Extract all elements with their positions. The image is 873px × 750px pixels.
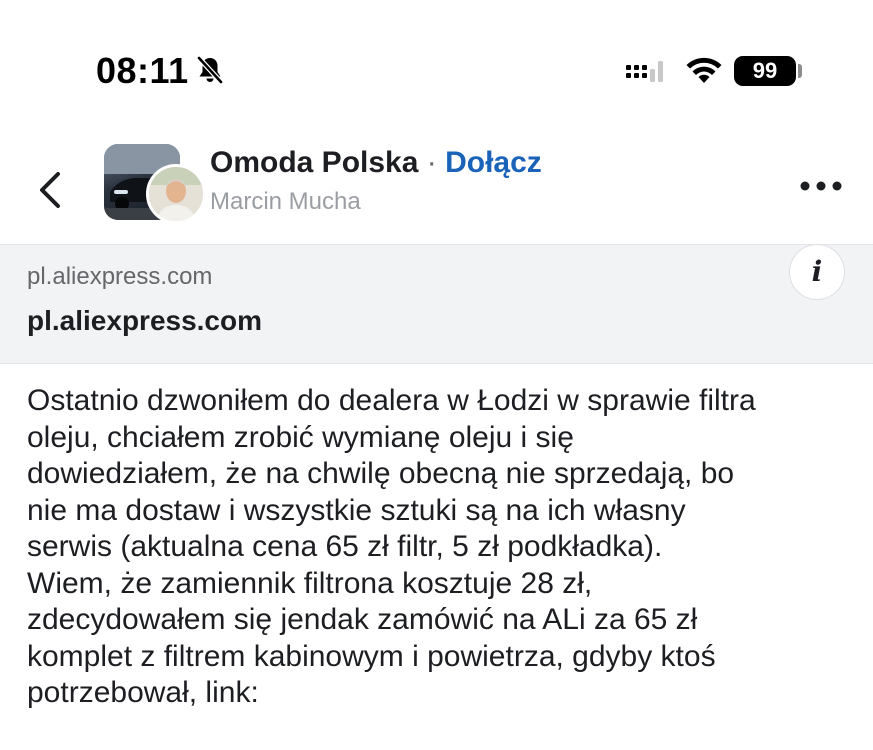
group-title: Omoda Polska · Dołącz [210,146,542,180]
person-image [149,167,203,221]
back-button[interactable] [30,166,70,214]
wifi-icon [686,57,722,83]
link-title[interactable]: pl.aliexpress.com [27,305,262,337]
post-line: serwis (aktualna cena 65 zł filtr, 5 zł … [27,530,663,563]
battery-cap [798,64,802,78]
info-icon[interactable]: i [790,245,844,299]
post-line: dowiedziałem, że na chwilę obecną nie sp… [27,457,735,490]
post-line: potrzebował, link: [27,676,259,709]
bell-slash-icon [197,56,223,84]
more-options-button[interactable] [798,172,844,200]
post-header: Omoda Polska · Dołącz Marcin Mucha [0,138,873,242]
post-line: Ostatnio dzwoniłem do dealera w Łodzi w … [27,384,756,417]
cellular-signal-icon [626,61,663,82]
author-name[interactable]: Marcin Mucha [210,188,361,216]
group-avatar[interactable] [104,144,206,224]
post-line: Wiem, że zamiennik filtrona kosztuje 28 … [27,566,593,600]
link-domain: pl.aliexpress.com [27,263,213,290]
status-time: 08:11 [96,50,189,91]
post-line: nie ma dostaw i wszystkie sztuki są na i… [27,493,686,527]
post-text: Ostatnio dzwoniłem do dealera w Łodzi w … [27,383,857,712]
post-line: komplet z filtrem kabinowym i powietrza,… [27,639,716,673]
status-bar: 08:11 99 [0,0,873,140]
post-line: oleju, chciałem zrobić wymianę oleju i s… [27,420,574,454]
group-name[interactable]: Omoda Polska [210,146,418,179]
link-preview-card[interactable]: pl.aliexpress.com pl.aliexpress.com i [0,244,873,364]
title-separator: · [426,146,437,179]
join-button[interactable]: Dołącz [445,146,542,179]
post-line: zdecydowałem się jendak zamówić na ALi z… [27,603,698,636]
author-avatar[interactable] [146,164,206,224]
battery-icon: 99 [734,56,796,86]
